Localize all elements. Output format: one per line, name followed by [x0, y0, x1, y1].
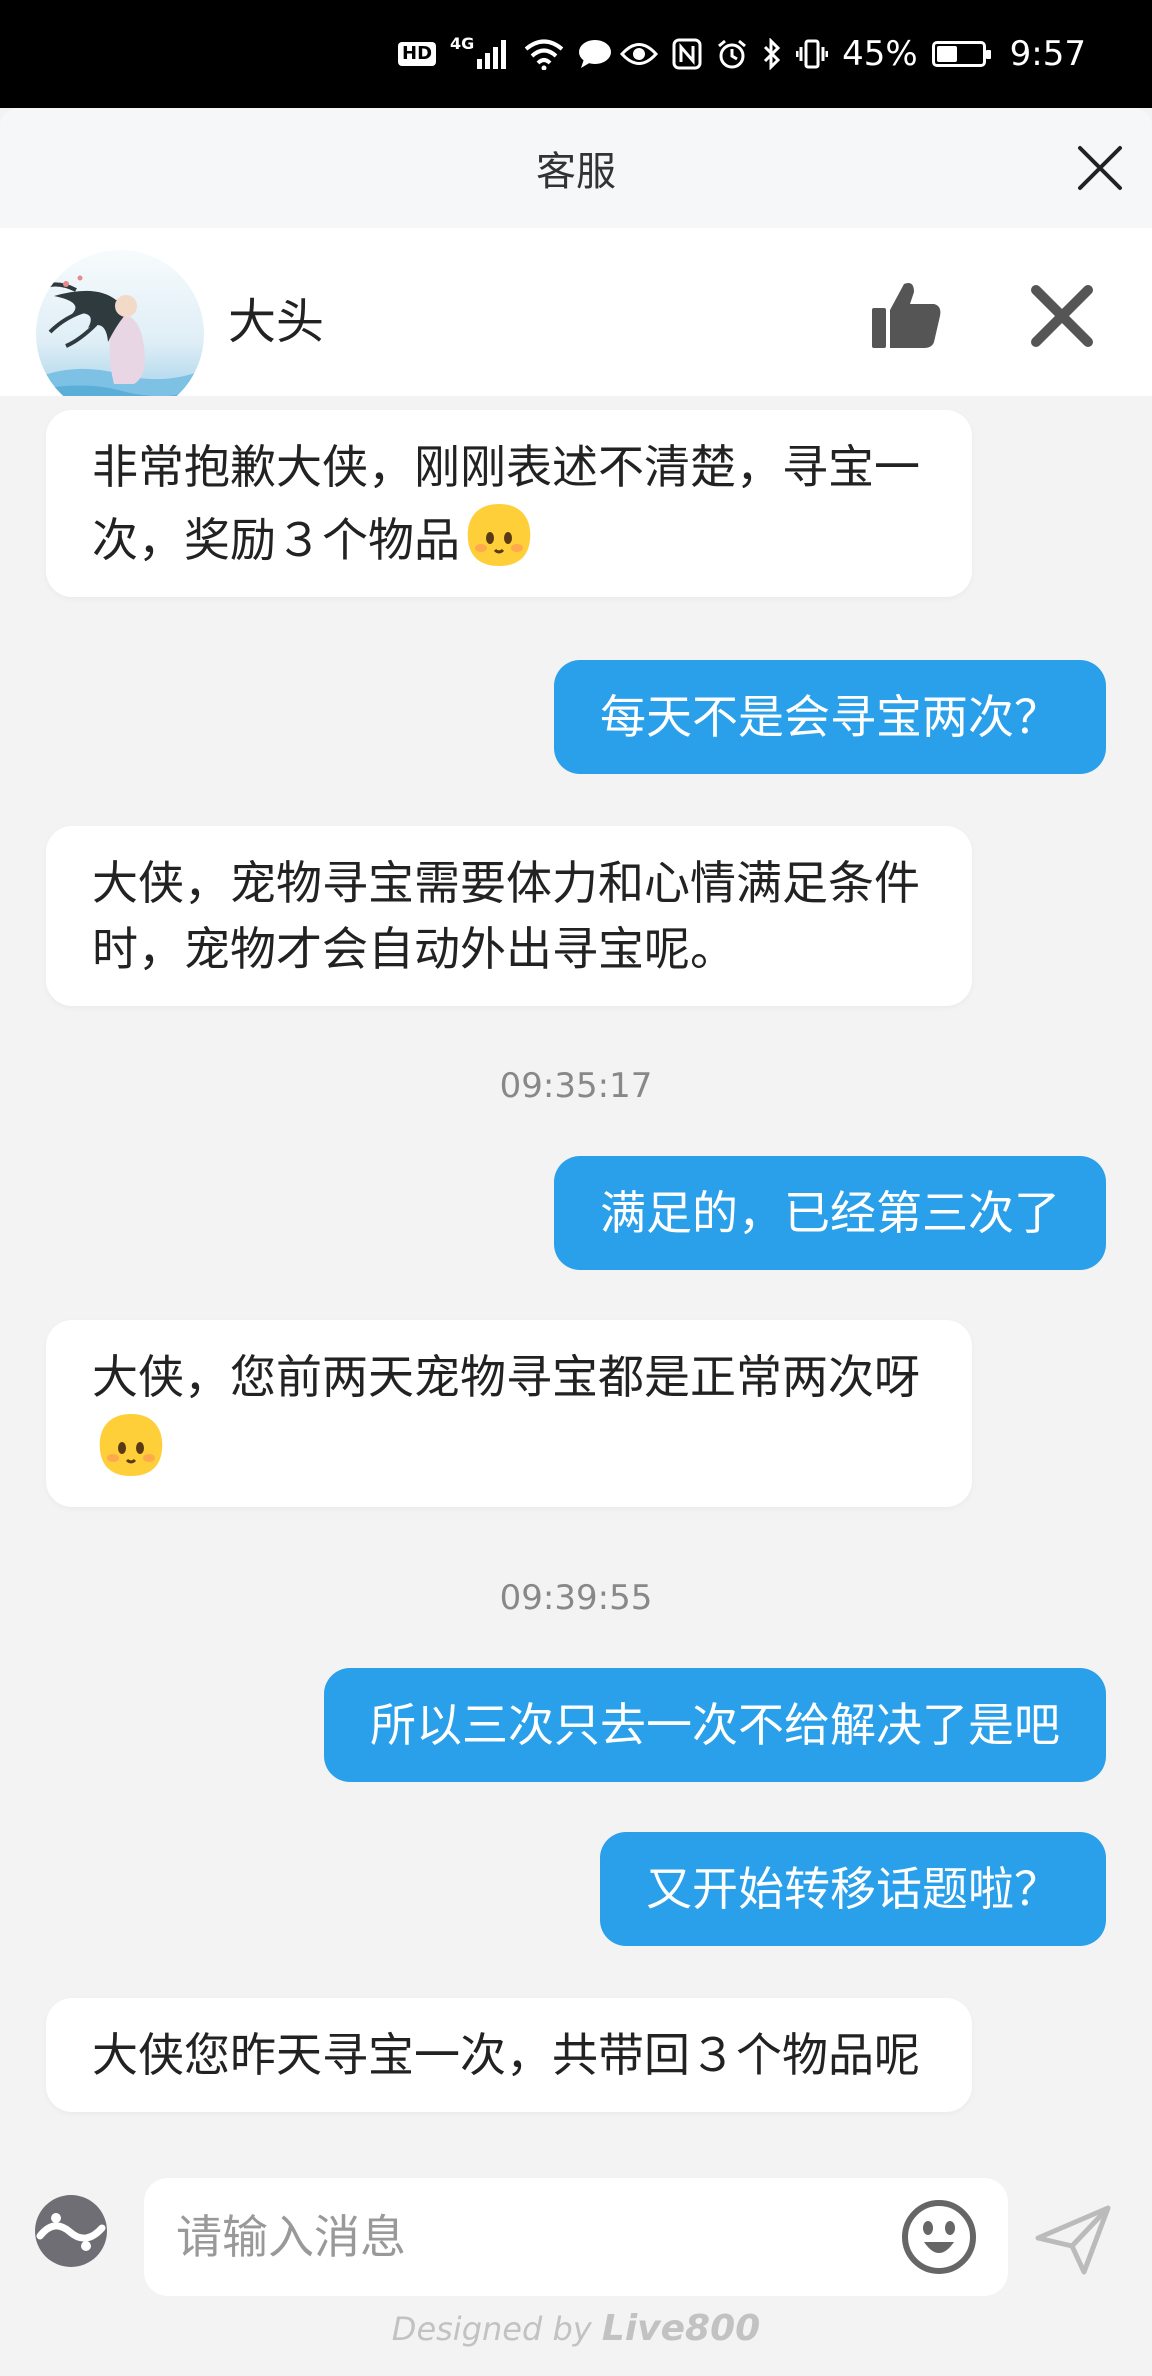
agent-message: 大侠您昨天寻宝一次，共带回３个物品呢 [46, 1998, 972, 2112]
footer-brand: Live800 [601, 2308, 761, 2349]
agent-name: 大头 [228, 294, 325, 350]
blush-emoji-icon [467, 504, 531, 566]
nfc-icon [672, 38, 702, 70]
hd-badge: HD [398, 42, 437, 66]
battery-level [936, 46, 957, 62]
footer-prefix: Designed by [391, 2310, 602, 2348]
bluetooth-icon [764, 38, 781, 70]
timestamp: 09:35:17 [499, 1066, 653, 1106]
title-bar: 客服 [0, 108, 1152, 228]
message-icon [579, 40, 612, 68]
chat-area[interactable]: 非常抱歉大侠，刚刚表述不清楚，寻宝一次，奖励３个物品 每天不是会寻宝两次？ 大侠… [0, 396, 1152, 2152]
thumbs-up-icon[interactable] [868, 276, 944, 352]
timestamp: 09:39:55 [499, 1578, 653, 1618]
emoji-picker-icon[interactable] [900, 2198, 978, 2276]
status-bar: HD 4G 45% 9:57 [0, 0, 1152, 108]
avatar-illustration [36, 275, 204, 418]
clock: 9:57 [1009, 34, 1086, 74]
message-text: 又开始转移话题啦？ [646, 1862, 1060, 1916]
cell-signal-icon [477, 40, 507, 69]
eye-icon [620, 43, 659, 65]
message-text: 大侠，您前两天宠物寻宝都是正常两次呀 [92, 1350, 920, 1404]
user-message: 所以三次只去一次不给解决了是吧 [324, 1668, 1106, 1782]
message-text: 每天不是会寻宝两次？ [600, 690, 1060, 744]
battery-percent: 45% [842, 34, 918, 74]
blush-emoji-icon [99, 1414, 163, 1476]
user-message: 满足的，已经第三次了 [554, 1156, 1106, 1270]
yin-yang-tool-icon[interactable] [32, 2192, 110, 2270]
powered-by-footer: Designed by Live800 [0, 2308, 1152, 2364]
message-text: 大侠，宠物寻宝需要体力和心情满足条件时，宠物才会自动外出寻宝呢。 [92, 856, 920, 976]
agent-message: 大侠，您前两天宠物寻宝都是正常两次呀 [46, 1320, 972, 1507]
message-text: 大侠您昨天寻宝一次，共带回３个物品呢 [92, 2028, 920, 2082]
vibrate-icon [796, 39, 829, 69]
battery-icon [931, 41, 991, 67]
agent-message: 大侠，宠物寻宝需要体力和心情满足条件时，宠物才会自动外出寻宝呢。 [46, 826, 972, 1006]
page-title: 客服 [536, 149, 616, 195]
user-message: 每天不是会寻宝两次？ [554, 660, 1106, 774]
message-input[interactable] [144, 2178, 1008, 2296]
agent-header: 大头 [0, 228, 1152, 418]
agent-avatar [36, 250, 204, 418]
alarm-icon [718, 39, 747, 69]
agent-message: 非常抱歉大侠，刚刚表述不清楚，寻宝一次，奖励３个物品 [46, 410, 972, 597]
message-text: 满足的，已经第三次了 [600, 1186, 1060, 1240]
status-right: 45% 9:57 [620, 0, 1086, 108]
close-window-icon[interactable] [1070, 138, 1130, 198]
network-type: 4G [450, 34, 475, 53]
send-icon[interactable] [1034, 2204, 1112, 2276]
input-bar [0, 2152, 1152, 2296]
status-left: HD 4G [398, 0, 612, 108]
message-text: 所以三次只去一次不给解决了是吧 [370, 1698, 1060, 1752]
user-message: 又开始转移话题啦？ [600, 1832, 1106, 1946]
wifi-icon [525, 39, 564, 70]
end-chat-icon[interactable] [1026, 280, 1098, 352]
